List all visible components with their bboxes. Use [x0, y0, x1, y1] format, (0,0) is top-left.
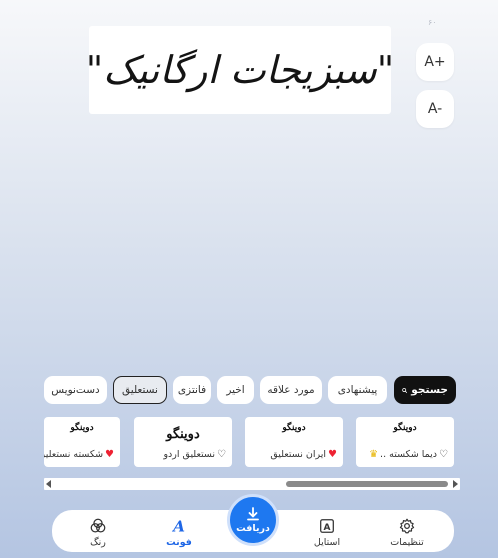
font-sample: دوینگو — [393, 423, 417, 433]
text-preview-card[interactable]: "سبزیجات ارگانیک" — [85, 26, 395, 114]
preview-text: "سبزیجات ارگانیک" — [85, 48, 395, 92]
font-card-nastaliq-urdu[interactable]: دوینگو ♡ نستعلیق اردو — [134, 417, 232, 467]
search-chip-label: جستجو — [411, 384, 448, 396]
nav-style-label: استایل — [313, 536, 341, 548]
nav-font-label: فونت — [166, 536, 192, 548]
scroll-left-arrow-icon[interactable] — [46, 480, 51, 488]
font-name: دیما شکسته .. — [380, 449, 438, 460]
decrease-font-size-button[interactable]: A- — [416, 90, 454, 128]
download-label: دریافت — [236, 523, 270, 534]
font-sample: دوینگو — [166, 427, 200, 442]
nav-font[interactable]: A فونت — [149, 514, 209, 550]
counter-label: ۶۰ — [428, 18, 437, 27]
increase-font-size-button[interactable]: A+ — [416, 43, 454, 81]
download-icon — [247, 507, 259, 521]
chip-recent[interactable]: اخیر — [217, 376, 254, 404]
font-card-iran-nastaliq[interactable]: دوینگو ♥ ایران نستعلیق — [245, 417, 343, 467]
favorite-outline-icon[interactable]: ♡ — [439, 449, 448, 460]
horizontal-scrollbar[interactable] — [44, 478, 460, 490]
font-letter-icon: A — [171, 517, 185, 535]
font-card-dima[interactable]: دوینگو ♡ دیما شکسته .. ♛ — [356, 417, 454, 467]
nav-color[interactable]: رنگ — [68, 514, 128, 550]
favorite-filled-icon[interactable]: ♥ — [105, 449, 114, 460]
scrollbar-thumb[interactable] — [286, 481, 448, 487]
chip-suggested[interactable]: پیشنهادی — [328, 376, 387, 404]
gear-icon — [399, 518, 415, 533]
font-card-shekasteh-nastaliq[interactable]: دوینگو ♥ شکسته نستعلیق — [44, 417, 120, 467]
download-button[interactable]: دریافت — [227, 494, 279, 546]
search-chip[interactable]: جستجو — [394, 376, 456, 404]
color-circles-icon — [90, 518, 106, 532]
category-chips: جستجو پیشنهادی مورد علاقه اخیر فانتزی نس… — [44, 376, 456, 404]
font-name: ایران نستعلیق — [270, 449, 327, 460]
chip-favorites[interactable]: مورد علاقه — [260, 376, 322, 404]
font-sample: دوینگو — [282, 423, 306, 433]
favorite-filled-icon[interactable]: ♥ — [328, 449, 337, 460]
search-icon — [402, 387, 408, 393]
chip-handwriting[interactable]: دست‌نویس — [44, 376, 107, 404]
font-sample: دوینگو — [70, 423, 94, 433]
svg-text:A: A — [171, 517, 185, 535]
style-frame-icon: A — [320, 518, 334, 533]
nav-style[interactable]: A استایل — [297, 514, 357, 550]
chip-fantasy[interactable]: فانتزی — [173, 376, 211, 404]
favorite-outline-icon[interactable]: ♡ — [217, 449, 226, 460]
font-name: نستعلیق اردو — [163, 449, 216, 460]
font-name: شکسته نستعلیق — [44, 449, 104, 460]
crown-icon: ♛ — [369, 449, 379, 460]
scroll-right-arrow-icon[interactable] — [453, 480, 458, 488]
nav-settings[interactable]: تنظیمات — [377, 514, 437, 550]
nav-settings-label: تنظیمات — [390, 536, 424, 548]
svg-text:A: A — [324, 523, 331, 533]
chip-nastaliq[interactable]: نستعلیق — [113, 376, 167, 404]
nav-color-label: رنگ — [90, 536, 106, 548]
